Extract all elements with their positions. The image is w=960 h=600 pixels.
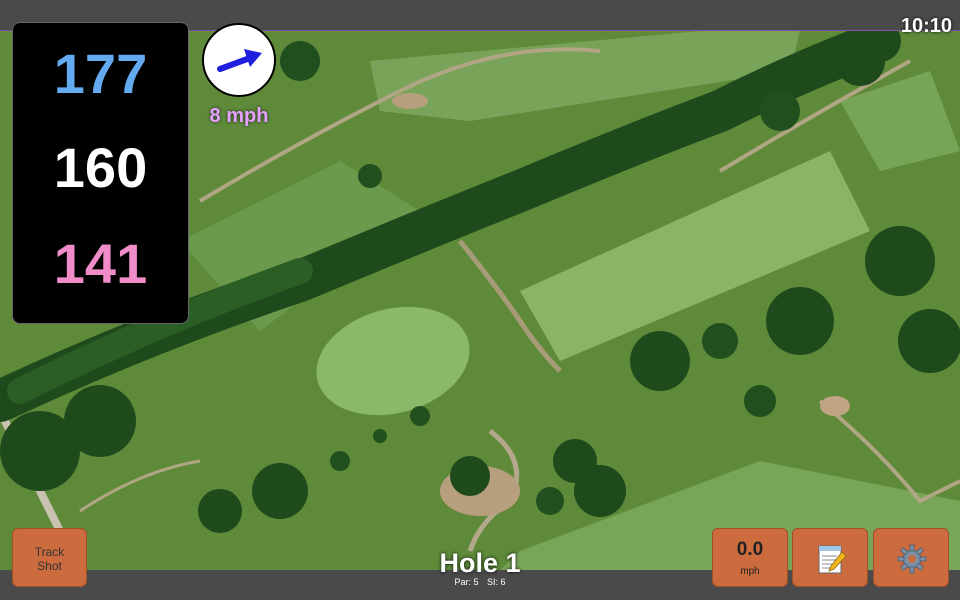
speed-value: 0.0: [736, 539, 764, 560]
hole-info: Par: 5 SI: 6: [380, 577, 580, 587]
track-shot-button[interactable]: Track Shot: [12, 528, 87, 587]
hole-stroke-index: SI: 6: [487, 577, 506, 587]
hole-title: Hole 1: [439, 548, 521, 578]
wind-direction-indicator: [202, 23, 276, 97]
gear-icon: [897, 544, 927, 574]
hole-par: Par: 5: [454, 577, 479, 587]
clock: 10:10: [900, 15, 952, 37]
notepad-icon: [818, 545, 847, 574]
front-yardage: 141: [53, 232, 148, 295]
speed-button[interactable]: 0.0 mph: [712, 528, 788, 587]
wind-arrow-icon: [217, 49, 262, 72]
speed-unit: mph: [740, 566, 760, 577]
middle-yardage: 160: [53, 136, 148, 199]
wind-speed: 8 mph: [209, 105, 269, 127]
back-yardage: 177: [53, 42, 148, 105]
yardage-panel: 177 160 141: [12, 22, 189, 324]
notes-button[interactable]: [792, 528, 868, 587]
settings-button[interactable]: [873, 528, 949, 587]
